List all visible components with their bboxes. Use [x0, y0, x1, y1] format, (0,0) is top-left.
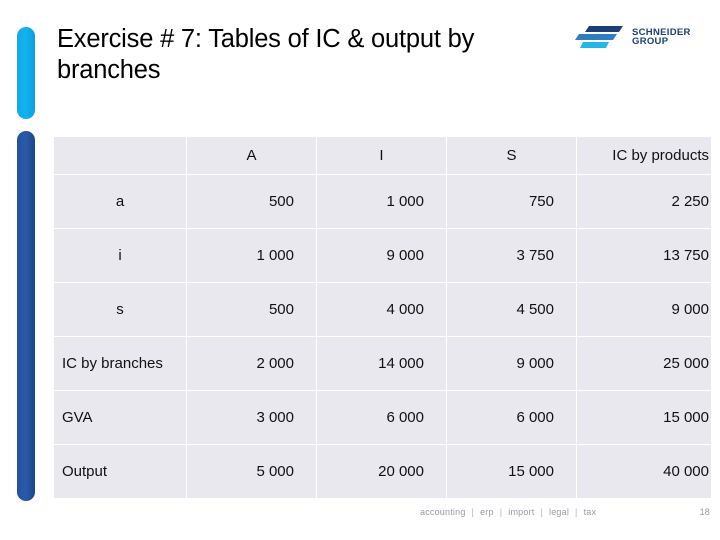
- cell-a: 500: [186, 174, 317, 229]
- cell-i: 4 000: [316, 282, 447, 337]
- cell-i: 14 000: [316, 336, 447, 391]
- column-header-ic-by-products: IC by products: [576, 136, 712, 175]
- cell-a: 500: [186, 282, 317, 337]
- slide-footer: accounting | erp | import | legal | tax …: [420, 507, 710, 517]
- table-row: IC by branches 2 000 14 000 9 000 25 000: [53, 336, 712, 391]
- column-header-a: A: [186, 136, 317, 175]
- column-header-s: S: [446, 136, 577, 175]
- row-label: s: [53, 282, 187, 337]
- footer-item-accounting: accounting: [420, 507, 466, 517]
- cell-i: 6 000: [316, 390, 447, 445]
- cell-ic-by-products: 40 000: [576, 444, 712, 499]
- footer-item-import: import: [508, 507, 535, 517]
- table-row: a 500 1 000 750 2 250: [53, 174, 712, 229]
- page-title: Exercise # 7: Tables of IC & output by b…: [57, 25, 475, 85]
- accent-bar-cyan: [17, 27, 35, 119]
- footer-separator: |: [540, 507, 544, 517]
- table-row: i 1 000 9 000 3 750 13 750: [53, 228, 712, 283]
- row-label: IC by branches: [53, 336, 187, 391]
- cell-a: 5 000: [186, 444, 317, 499]
- row-label: a: [53, 174, 187, 229]
- footer-separator: |: [471, 507, 475, 517]
- row-label: GVA: [53, 390, 187, 445]
- cell-a: 3 000: [186, 390, 317, 445]
- table-row: s 500 4 000 4 500 9 000: [53, 282, 712, 337]
- cell-i: 20 000: [316, 444, 447, 499]
- cell-s: 4 500: [446, 282, 577, 337]
- footer-item-tax: tax: [583, 507, 597, 517]
- row-label: Output: [53, 444, 187, 499]
- cell-ic-by-products: 2 250: [576, 174, 712, 229]
- cell-s: 15 000: [446, 444, 577, 499]
- cell-ic-by-products: 25 000: [576, 336, 712, 391]
- table-row: GVA 3 000 6 000 6 000 15 000: [53, 390, 712, 445]
- ic-output-table: A I S IC by products a 500 1 000 750 2 2…: [53, 136, 712, 499]
- cell-ic-by-products: 13 750: [576, 228, 712, 283]
- three-bars-logo-icon: [575, 26, 623, 48]
- accent-bar-navy: [17, 131, 35, 501]
- table-row: Output 5 000 20 000 15 000 40 000: [53, 444, 712, 499]
- row-label: i: [53, 228, 187, 283]
- cell-s: 6 000: [446, 390, 577, 445]
- brand-logo-line2: GROUP: [632, 36, 669, 47]
- cell-a: 2 000: [186, 336, 317, 391]
- cell-ic-by-products: 15 000: [576, 390, 712, 445]
- brand-logo: SCHNEIDER GROUP: [573, 23, 713, 51]
- cell-i: 1 000: [316, 174, 447, 229]
- cell-ic-by-products: 9 000: [576, 282, 712, 337]
- footer-service-list: accounting | erp | import | legal | tax: [420, 507, 596, 517]
- table-body: a 500 1 000 750 2 250 i 1 000 9 000 3 75…: [53, 174, 712, 499]
- footer-item-erp: erp: [480, 507, 494, 517]
- page-number: 18: [699, 507, 710, 517]
- cell-s: 3 750: [446, 228, 577, 283]
- footer-item-legal: legal: [549, 507, 570, 517]
- brand-logo-text: SCHNEIDER GROUP: [632, 27, 691, 47]
- column-header-rowlabel: [53, 136, 187, 175]
- table-header: A I S IC by products: [53, 136, 712, 175]
- column-header-i: I: [316, 136, 447, 175]
- cell-a: 1 000: [186, 228, 317, 283]
- cell-i: 9 000: [316, 228, 447, 283]
- footer-separator: |: [499, 507, 503, 517]
- cell-s: 9 000: [446, 336, 577, 391]
- table-header-row: A I S IC by products: [53, 136, 712, 175]
- footer-separator: |: [575, 507, 578, 517]
- cell-s: 750: [446, 174, 577, 229]
